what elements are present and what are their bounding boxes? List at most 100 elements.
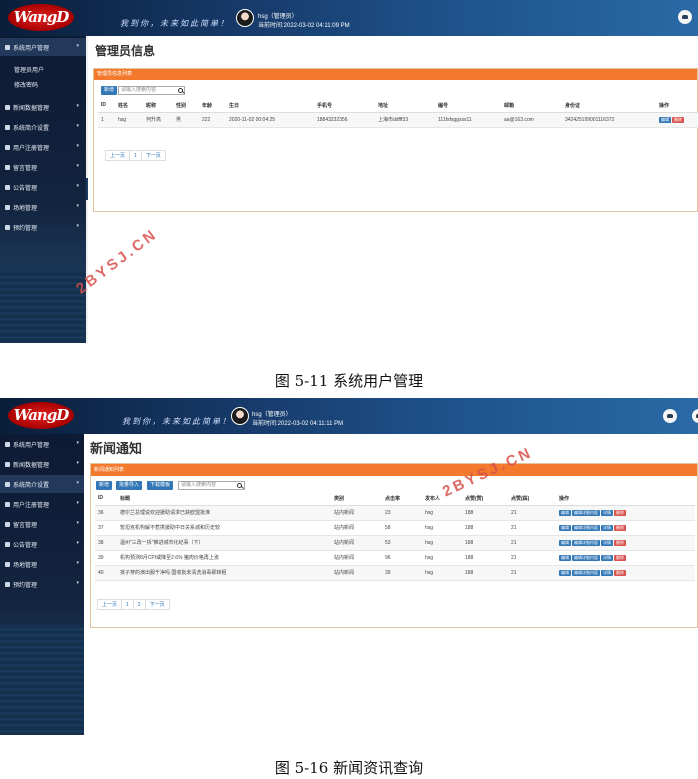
chevron-down-icon: ▾ [76,540,79,546]
search-icon[interactable] [237,483,242,488]
edit-button[interactable]: 编辑 [559,554,571,561]
edit-detail-button[interactable]: 编辑详细内容 [572,524,600,531]
edit-button[interactable]: 编辑 [659,116,671,123]
edit-button[interactable]: 编辑 [559,509,571,516]
delete-button[interactable]: 删除 [672,116,684,123]
detail-button[interactable]: 详情 [601,554,613,561]
chevron-down-icon: ▾ [76,460,79,466]
col-gender: 性别 [173,99,199,113]
menu-news[interactable]: 新闻数据管理 ▾ [0,455,86,473]
user-menu-icon[interactable] [678,10,692,24]
prev-page[interactable]: 上一页 [105,150,131,161]
search-icon[interactable] [178,88,183,93]
user-menu-icon[interactable] [663,409,677,423]
menu-venues[interactable]: 场地管理 ▾ [0,198,86,216]
users-icon [5,541,10,547]
chevron-down-icon: ▾ [76,203,79,209]
cell: 孩子穿的演出服千净吗 国收批未清洗消毒即转租 [117,565,331,581]
search-input[interactable]: 请输入搜索内容 [118,86,185,95]
delete-button[interactable]: 删除 [614,509,626,516]
menu-bookings[interactable]: 预约管理 ▾ [0,218,86,236]
row-actions: 编辑 编辑详细内容 详情 删除 [556,550,695,566]
menu-venues[interactable]: 场地管理 ▾ [0,555,86,573]
menu-notices[interactable]: 公告管理 ▾ [0,178,86,196]
edit-button[interactable]: 编辑 [559,524,571,531]
menu-intro[interactable]: 系统简介设置 ▾ [0,118,86,136]
cell: 36 [95,505,117,521]
detail-button[interactable]: 详情 [601,539,613,546]
watermark: 2BYSJ.CN [73,225,161,298]
cell: 23 [382,505,422,521]
edit-button[interactable]: 编辑 [559,539,571,546]
delete-button[interactable]: 删除 [614,554,626,561]
cell: hsg [422,505,462,521]
detail-button[interactable]: 详情 [601,524,613,531]
menu-system-users[interactable]: 系统用户管理 ▾ [0,38,86,56]
col-email: 邮箱 [501,99,562,113]
cell: 188 [462,520,508,536]
menu-system-users[interactable]: 系统用户管理 ▾ [0,435,86,453]
delete-button[interactable]: 删除 [614,539,626,546]
delete-button[interactable]: 删除 [614,524,626,531]
login-time: 当前时间:2022-03-02 04:11:09 PM [258,23,350,29]
menu-registration[interactable]: 用户注册管理 ▾ [0,495,86,513]
avatar[interactable] [236,9,254,27]
edit-button[interactable]: 编辑 [559,569,571,576]
search-input[interactable]: 请输入搜索内容 [178,481,245,490]
cell: 222 [199,112,226,128]
pagination: 上一页 1 2 下一页 [97,599,170,610]
page-title: 新闻通知 [90,442,143,457]
submenu-admin-users[interactable]: 管理员用户 [14,65,44,74]
shield-icon [5,124,10,130]
menu-notices[interactable]: 公告管理 ▾ [0,535,86,553]
news-table: ID 标题 类别 点击率 发布人 点赞(赞) 点赞(踩) 操作 36 德尔兰总理… [95,492,695,581]
table-row: 39 机构预测8月CPI或降至2.6% 猪肉价格再上涨 站内新闻 96 hsg … [95,550,695,566]
menu-news[interactable]: 新闻数据管理 ▾ [0,98,86,116]
chevron-down-icon: ▾ [76,103,79,109]
cell: 1 [98,112,115,128]
add-button[interactable]: 新增 [101,86,118,95]
edit-detail-button[interactable]: 编辑详细内容 [572,539,600,546]
menu-messages[interactable]: 留言管理 ▾ [0,158,86,176]
menu-messages[interactable]: 留言管理 ▾ [0,515,86,533]
news-icon [5,104,10,110]
cell: hsg [422,535,462,551]
cell: hsg [422,520,462,536]
next-page[interactable]: 下一页 [144,599,170,610]
table-header: ID 姓名 昵称 性别 年龄 生日 手机号 地址 编号 邮箱 身份证 操作 [98,99,698,113]
edit-detail-button[interactable]: 编辑详细内容 [572,554,600,561]
prev-page[interactable]: 上一页 [97,599,123,610]
menu-bookings[interactable]: 预约管理 ▾ [0,575,86,593]
detail-button[interactable]: 详情 [601,509,613,516]
cell: 21 [508,550,556,566]
menu-intro[interactable]: 系统简介设置 ▾ [0,475,86,493]
edit-detail-button[interactable]: 编辑详细内容 [572,569,600,576]
delete-button[interactable]: 删除 [614,569,626,576]
cell: 站内新闻 [331,535,382,551]
users-icon [5,184,10,190]
next-page[interactable]: 下一页 [140,150,166,161]
brand-logo: WangD [8,402,74,429]
detail-button[interactable]: 详情 [601,569,613,576]
submenu-change-password[interactable]: 修改密码 [14,80,38,89]
col-address: 地址 [375,99,435,113]
menu-registration[interactable]: 用户注册管理 ▾ [0,138,86,156]
settings-icon[interactable] [692,409,698,423]
cell: 38 [95,535,117,551]
user-name: hsg（管理员） [252,412,292,418]
col-phone: 手机号 [314,99,375,113]
row-actions: 编辑 编辑详细内容 详情 删除 [556,565,695,581]
chevron-down-icon: ▾ [76,123,79,129]
download-template-button[interactable]: 下载模板 [147,481,174,490]
chevron-down-icon: ▾ [76,43,79,49]
cell: 德尔兰总理说欢迎援助请求已获欧盟批准 [117,505,331,521]
avatar[interactable] [231,407,249,425]
batch-import-button[interactable]: 批量导入 [116,481,143,490]
col-title: 标题 [117,492,331,506]
cell: 53 [382,535,422,551]
edit-detail-button[interactable]: 编辑详细内容 [572,509,600,516]
sidebar: 系统用户管理 ▾ 新闻数据管理 ▾ 系统简介设置 ▾ 用户注册管理 ▾ 留言管理 ▾ 公告… [0,434,86,735]
col-nickname: 昵称 [143,99,173,113]
cell: 何升高 [143,112,173,128]
add-button[interactable]: 新增 [96,481,113,490]
